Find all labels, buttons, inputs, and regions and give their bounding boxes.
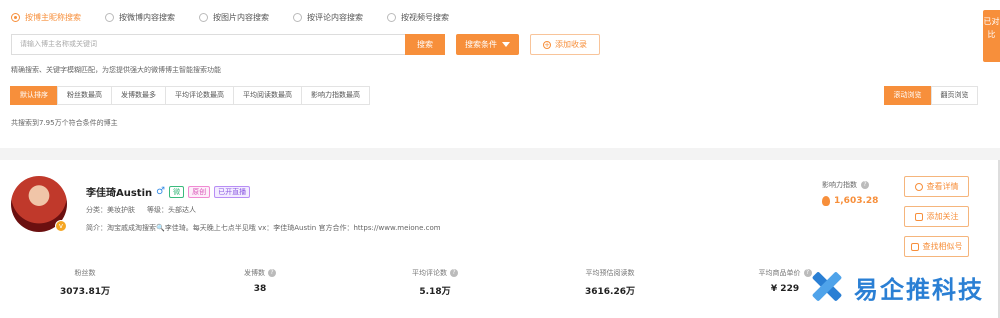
help-icon[interactable]: ? (861, 181, 869, 189)
search-mode-label: 按博主昵称搜索 (25, 13, 81, 22)
search-panel: 按博主昵称搜索 按微博内容搜索 按图片内容搜索 按评论内容搜索 按视频号搜索 请… (0, 0, 1000, 148)
radio-icon (105, 13, 114, 22)
sort-influence[interactable]: 影响力指数最高 (301, 86, 370, 105)
search-mode-video-account[interactable]: 按视频号搜索 (387, 12, 449, 23)
sort-avg-reads[interactable]: 平均阅读数最高 (233, 86, 302, 105)
stat-value: 38 (253, 284, 267, 294)
stat-avg-reads: 平均预估阅读数 3616.26万 (550, 268, 670, 297)
copy-icon (910, 242, 919, 251)
stat-avg-comments: 平均评论数? 5.18万 (375, 268, 495, 297)
influence-value: 1,603.28 (822, 196, 878, 206)
add-record-button[interactable]: + 添加收录 (530, 34, 600, 55)
influence-value-text: 1,603.28 (834, 196, 879, 206)
eye-icon (914, 182, 923, 191)
follow-label: 添加关注 (926, 212, 959, 221)
help-icon[interactable]: ? (268, 269, 276, 277)
search-conditions-label: 搜索条件 (465, 40, 497, 49)
original-tag: 原创 (188, 185, 211, 198)
view-paged[interactable]: 翻页浏览 (931, 86, 978, 105)
stat-label: 发博数 (244, 269, 265, 277)
sort-posts[interactable]: 发博数最多 (111, 86, 166, 105)
influence-label: 影响力指数? (822, 180, 869, 190)
star-icon (914, 212, 923, 221)
logo-x-icon (808, 268, 846, 306)
avatar[interactable]: v (11, 176, 67, 232)
search-mode-label: 按视频号搜索 (401, 13, 449, 22)
radio-icon (199, 13, 208, 22)
blogger-intro: 简介：淘宝戚成淘搜索🔍李佳琦。每天晚上七点半见哦 vx：李佳琦Austin 官方… (86, 224, 441, 232)
blogger-name[interactable]: 李佳琦Austin (86, 184, 152, 199)
watermark-logo: 易企推科技 (808, 268, 984, 306)
sort-followers[interactable]: 粉丝数最高 (57, 86, 112, 105)
stat-value: 5.18万 (419, 287, 451, 297)
search-button[interactable]: 搜索 (405, 34, 445, 55)
compare-tab[interactable]: 已对比 (983, 10, 1000, 62)
stat-label: 粉丝数 (74, 269, 96, 277)
flame-icon (822, 196, 830, 206)
radio-icon (11, 13, 20, 22)
stat-value: 3616.26万 (585, 287, 635, 297)
search-mode-group: 按博主昵称搜索 按微博内容搜索 按图片内容搜索 按评论内容搜索 按视频号搜索 (11, 12, 449, 23)
help-icon[interactable]: ? (450, 269, 458, 277)
blogger-level: 等级：头部达人 (147, 206, 196, 214)
blogger-category: 分类：美妆护肤 (86, 206, 135, 214)
search-hint: 精确搜索、关键字模糊匹配，为您提供强大的微博博主智能搜索功能 (11, 66, 221, 74)
radio-icon (387, 13, 396, 22)
search-mode-label: 按评论内容搜索 (307, 13, 363, 22)
male-icon: ♂ (156, 186, 166, 197)
search-mode-comment-content[interactable]: 按评论内容搜索 (293, 12, 363, 23)
influence-label-text: 影响力指数 (822, 181, 857, 189)
stat-label: 平均预估阅读数 (585, 269, 635, 277)
weibo-tag: 微 (169, 185, 185, 198)
find-similar-label: 查找相似号 (922, 242, 963, 251)
search-mode-nickname[interactable]: 按博主昵称搜索 (11, 12, 81, 23)
watermark-text: 易企推科技 (854, 275, 984, 304)
search-input[interactable]: 请输入博主名称或关键词 (11, 34, 405, 55)
view-options: 滚动浏览 翻页浏览 (884, 86, 978, 105)
find-similar-button[interactable]: 查找相似号 (904, 236, 969, 257)
blogger-meta: 分类：美妆护肤 等级：头部达人 (86, 205, 196, 215)
sort-default[interactable]: 默认排序 (10, 86, 58, 105)
view-details-label: 查看详情 (926, 182, 959, 191)
verified-badge-icon: v (55, 220, 67, 232)
radio-icon (293, 13, 302, 22)
sort-avg-comments[interactable]: 平均评论数最高 (165, 86, 234, 105)
search-mode-label: 按微博内容搜索 (119, 13, 175, 22)
view-scroll[interactable]: 滚动浏览 (884, 86, 931, 105)
search-mode-image-content[interactable]: 按图片内容搜索 (199, 12, 269, 23)
stat-label: 平均评论数 (412, 269, 447, 277)
blogger-name-row: 李佳琦Austin ♂ 微 原创 已开直播 (86, 184, 251, 199)
add-record-label: 添加收录 (555, 40, 587, 49)
search-conditions-button[interactable]: 搜索条件 (456, 34, 519, 55)
blogger-stats: 粉丝数 3073.81万 发博数? 38 平均评论数? 5.18万 平均预估阅读… (0, 268, 860, 308)
result-count: 共搜索到7.95万个符合条件的博主 (11, 119, 118, 127)
caret-down-icon (502, 42, 510, 47)
search-mode-weibo-content[interactable]: 按微博内容搜索 (105, 12, 175, 23)
search-mode-label: 按图片内容搜索 (213, 13, 269, 22)
view-details-button[interactable]: 查看详情 (904, 176, 969, 197)
follow-button[interactable]: 添加关注 (904, 206, 969, 227)
live-tag: 已开直播 (214, 185, 251, 198)
plus-circle-icon: + (543, 40, 551, 49)
stat-label: 平均商品单价 (758, 269, 801, 277)
sort-options: 默认排序 粉丝数最高 发博数最多 平均评论数最高 平均阅读数最高 影响力指数最高 (10, 86, 370, 105)
stat-followers: 粉丝数 3073.81万 (25, 268, 145, 297)
stat-posts: 发博数? 38 (200, 268, 320, 294)
stat-value: 3073.81万 (60, 287, 110, 297)
